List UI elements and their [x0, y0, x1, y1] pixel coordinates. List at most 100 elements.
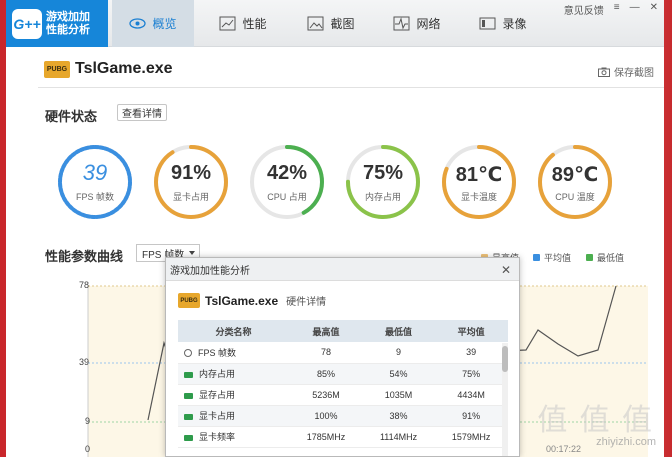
logo-mark: G++ [12, 8, 42, 39]
gauge-gpu-temp-label: 显卡温度 [460, 192, 497, 202]
y-tick-max: 78 [79, 280, 90, 290]
row-name: FPS 帧数 [198, 347, 237, 358]
hardware-details-table: 分类名称 最高值 最低值 平均值 FPS 帧数 78 9 39 内存占用 85%… [178, 320, 508, 448]
gpu-clock-icon [184, 434, 193, 441]
row-max: 100% [289, 405, 363, 427]
gauge-gpu-temp: 81℃ 显卡温度 [439, 142, 519, 222]
logo-line2: 性能分析 [46, 23, 90, 36]
tab-performance[interactable]: 性能 [202, 0, 284, 47]
table-row[interactable]: FPS 帧数 78 9 39 [178, 342, 508, 364]
row-max: 1785MHz [289, 426, 363, 448]
row-name-cell: 显卡占用 [178, 405, 290, 427]
row-min: 54% [362, 363, 435, 385]
table-header-row: 分类名称 最高值 最低值 平均值 [178, 320, 508, 342]
y-tick-avg: 39 [79, 357, 90, 367]
row-name: 显存占用 [199, 390, 236, 400]
eye-icon [129, 18, 147, 29]
gauge-memory-usage-label: 内存占用 [364, 192, 401, 202]
save-screenshot-button[interactable]: 保存截图 [598, 64, 654, 79]
gauge-gpu-usage-value: 91% [170, 162, 212, 184]
time-label: 00:17:22 [546, 444, 582, 454]
dialog-title: 游戏加加性能分析 [170, 265, 250, 277]
save-screenshot-label: 保存截图 [614, 68, 654, 79]
row-avg: 39 [434, 342, 508, 364]
hardware-status-title: 硬件状态 [45, 109, 98, 124]
logo-line1: 游戏加加 [46, 10, 90, 23]
perf-curve-title: 性能参数曲线 [45, 249, 124, 264]
game-badge: PUBG [44, 60, 70, 78]
dialog-subtitle: 硬件详情 [286, 297, 327, 308]
image-icon [307, 16, 324, 31]
y-tick-min: 9 [85, 416, 91, 426]
tab-network[interactable]: 网络 [376, 0, 458, 47]
row-name-cell: 显存占用 [178, 384, 290, 406]
menu-button[interactable]: ≡ [614, 2, 620, 17]
minimize-button[interactable]: — [630, 2, 640, 17]
tab-screenshot-label: 截图 [330, 17, 355, 31]
col-category: 分类名称 [178, 320, 290, 342]
tab-performance-label: 性能 [242, 17, 267, 31]
y-tick-zero: 0 [85, 444, 91, 454]
row-avg: 1579MHz [434, 426, 508, 448]
table-row[interactable]: 显存占用 5236M 1035M 4434M [178, 384, 508, 406]
row-avg: 4434M [434, 384, 508, 406]
feedback-link[interactable]: 意见反馈 [564, 2, 604, 17]
row-name-cell: 显卡频率 [178, 426, 290, 448]
row-name: 显卡频率 [199, 432, 236, 442]
tab-screenshot[interactable]: 截图 [290, 0, 372, 47]
dialog-game-header: PUBG TslGame.exe 硬件详情 [178, 293, 326, 308]
hardware-details-dialog: 游戏加加性能分析 ✕ PUBG TslGame.exe 硬件详情 分类名称 最高… [165, 257, 520, 457]
row-min: 1035M [362, 384, 435, 406]
dialog-close-icon[interactable]: ✕ [501, 263, 511, 277]
table-row[interactable]: 显卡占用 100% 38% 91% [178, 405, 508, 427]
tab-overview[interactable]: 概览 [112, 0, 194, 47]
tab-overview-label: 概览 [152, 17, 177, 31]
memory-icon [184, 371, 193, 378]
col-avg: 平均值 [434, 320, 508, 342]
dialog-titlebar[interactable]: 游戏加加性能分析 ✕ [166, 258, 519, 281]
gauge-cpu-usage: 42% CPU 占用 [247, 142, 327, 222]
row-name: 显卡占用 [199, 411, 236, 421]
gauge-fps-value: 39 [82, 160, 108, 185]
legend-min-swatch [586, 254, 593, 261]
video-icon [479, 17, 496, 30]
legend-min: 最低值 [586, 251, 624, 264]
tab-network-label: 网络 [416, 17, 441, 31]
row-min: 38% [362, 405, 435, 427]
gauge-cpu-usage-value: 42% [266, 162, 308, 184]
col-min: 最低值 [362, 320, 435, 342]
gauge-memory-usage: 75% 内存占用 [343, 142, 423, 222]
legend-min-label: 最低值 [597, 253, 625, 263]
gauge-fps-label: FPS 帧数 [75, 192, 114, 202]
gauge-fps: 39 FPS 帧数 [55, 142, 135, 222]
table-row[interactable]: 显卡频率 1785MHz 1114MHz 1579MHz [178, 426, 508, 448]
row-max: 85% [289, 363, 363, 385]
row-max: 78 [289, 342, 363, 364]
pulse-icon [393, 16, 410, 31]
close-button[interactable]: ✕ [650, 2, 658, 17]
gpu-icon [184, 413, 193, 420]
watermark-logo: 值 值 值 [537, 404, 654, 437]
game-name: TslGame.exe [75, 60, 173, 77]
tab-recording-label: 录像 [502, 17, 527, 31]
legend-avg: 平均值 [533, 251, 571, 264]
app-logo: G++ 游戏加加 性能分析 [6, 0, 108, 47]
watermark-site: zhiyizhi.com [596, 436, 656, 448]
top-navigation-bar: G++ 游戏加加 性能分析 概览 性能 截图 网络 录像 意见反馈 ≡ — ✕ [6, 0, 664, 47]
row-name-cell: 内存占用 [178, 363, 290, 385]
gauge-gpu-usage-label: 显卡占用 [172, 192, 209, 202]
divider [38, 87, 664, 88]
col-max: 最高值 [289, 320, 363, 342]
row-avg: 91% [434, 405, 508, 427]
tab-recording[interactable]: 录像 [462, 0, 544, 47]
row-max: 5236M [289, 384, 363, 406]
gauge-cpu-temp-label: CPU 温度 [555, 192, 595, 202]
table-row[interactable]: 内存占用 85% 54% 75% [178, 363, 508, 385]
gauge-gpu-usage: 91% 显卡占用 [151, 142, 231, 222]
dialog-game-badge: PUBG [178, 293, 200, 308]
fps-icon [184, 349, 192, 358]
gauge-memory-usage-value: 75% [362, 162, 404, 184]
legend-avg-label: 平均值 [544, 253, 572, 263]
table-scrollbar-thumb[interactable] [502, 346, 508, 372]
view-details-button[interactable]: 查看详情 [117, 104, 167, 121]
